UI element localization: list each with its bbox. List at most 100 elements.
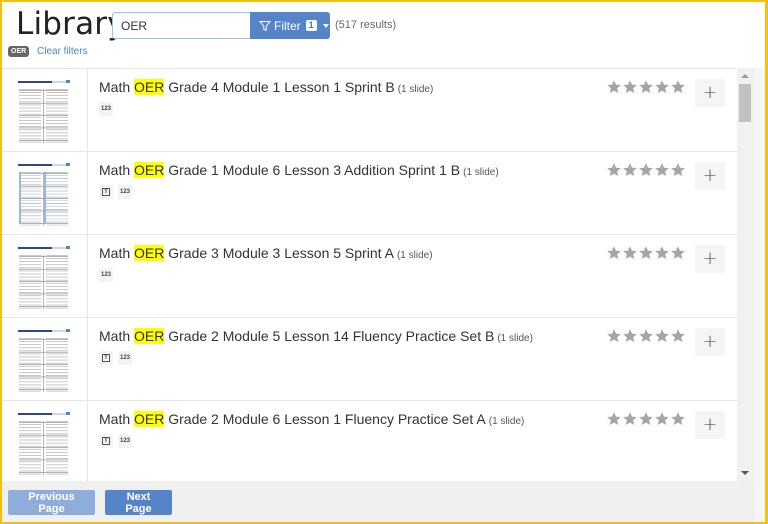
slide-thumbnail[interactable] bbox=[16, 162, 72, 228]
number-icon: 123 bbox=[99, 102, 113, 116]
next-page-button[interactable]: Next Page bbox=[105, 490, 172, 515]
search-highlight: OER bbox=[134, 162, 165, 178]
star-icon[interactable] bbox=[606, 328, 622, 344]
funnel-icon bbox=[259, 20, 271, 32]
slide-count: (1 slide) bbox=[497, 333, 533, 344]
list-item[interactable]: Math OER Grade 4 Module 1 Lesson 1 Sprin… bbox=[2, 69, 737, 152]
page-title: Library bbox=[16, 6, 126, 42]
star-icon[interactable] bbox=[670, 162, 686, 178]
star-icon[interactable] bbox=[638, 162, 654, 178]
item-tags: T 123 bbox=[99, 351, 132, 365]
slide-thumbnail[interactable] bbox=[16, 245, 72, 311]
star-icon[interactable] bbox=[670, 245, 686, 261]
thumbnail-cell bbox=[2, 69, 88, 151]
scroll-up-arrow-icon[interactable] bbox=[741, 74, 749, 78]
star-icon[interactable] bbox=[638, 79, 654, 95]
filter-label: Filter bbox=[274, 18, 301, 33]
star-icon[interactable] bbox=[654, 328, 670, 344]
star-icon[interactable] bbox=[622, 79, 638, 95]
star-rating[interactable] bbox=[606, 328, 686, 344]
list-item[interactable]: Math OER Grade 1 Module 6 Lesson 3 Addit… bbox=[2, 152, 737, 235]
item-title[interactable]: Math OER Grade 4 Module 1 Lesson 1 Sprin… bbox=[99, 79, 433, 95]
add-button[interactable]: + bbox=[695, 245, 725, 273]
filter-count-badge: 1 bbox=[305, 20, 317, 31]
item-tags: 123 bbox=[99, 102, 113, 116]
results-count: (517 results) bbox=[335, 19, 397, 31]
star-icon[interactable] bbox=[638, 245, 654, 261]
title-prefix: Math bbox=[99, 328, 135, 344]
star-icon[interactable] bbox=[638, 411, 654, 427]
item-tags: 123 bbox=[99, 268, 113, 282]
list-item[interactable]: Math OER Grade 2 Module 6 Lesson 1 Fluen… bbox=[2, 401, 737, 481]
title-suffix: Grade 2 Module 5 Lesson 14 Fluency Pract… bbox=[164, 328, 495, 344]
star-icon[interactable] bbox=[670, 79, 686, 95]
clear-filters-link[interactable]: Clear filters bbox=[37, 46, 88, 57]
number-icon: 123 bbox=[118, 434, 132, 448]
scroll-thumb[interactable] bbox=[739, 84, 751, 122]
thumbnail-cell bbox=[2, 401, 88, 481]
star-icon[interactable] bbox=[654, 245, 670, 261]
slide-count: (1 slide) bbox=[396, 250, 433, 261]
star-icon[interactable] bbox=[670, 328, 686, 344]
title-prefix: Math bbox=[99, 411, 135, 427]
star-icon[interactable] bbox=[622, 162, 638, 178]
add-button[interactable]: + bbox=[695, 328, 725, 356]
item-tags: T 123 bbox=[99, 185, 132, 199]
scrollbar[interactable] bbox=[737, 68, 753, 481]
slide-count: (1 slide) bbox=[488, 416, 525, 427]
star-icon[interactable] bbox=[606, 411, 622, 427]
star-icon[interactable] bbox=[606, 162, 622, 178]
title-suffix: Grade 4 Module 1 Lesson 1 Sprint B bbox=[164, 79, 395, 95]
number-icon: 123 bbox=[99, 268, 113, 282]
star-rating[interactable] bbox=[606, 79, 686, 95]
star-icon[interactable] bbox=[606, 79, 622, 95]
star-icon[interactable] bbox=[654, 162, 670, 178]
star-icon[interactable] bbox=[622, 328, 638, 344]
title-prefix: Math bbox=[99, 162, 135, 178]
star-rating[interactable] bbox=[606, 162, 686, 178]
scroll-down-arrow-icon[interactable] bbox=[741, 471, 749, 475]
item-title[interactable]: Math OER Grade 2 Module 6 Lesson 1 Fluen… bbox=[99, 411, 524, 427]
star-icon[interactable] bbox=[622, 411, 638, 427]
title-prefix: Math bbox=[99, 79, 135, 95]
title-prefix: Math bbox=[99, 245, 135, 261]
right-gutter bbox=[753, 68, 765, 522]
item-title[interactable]: Math OER Grade 1 Module 6 Lesson 3 Addit… bbox=[99, 162, 499, 178]
pagination-footer: Previous Page Next Page bbox=[2, 481, 753, 522]
thumbnail-cell bbox=[2, 235, 88, 317]
star-icon[interactable] bbox=[654, 79, 670, 95]
add-button[interactable]: + bbox=[695, 162, 725, 190]
star-rating[interactable] bbox=[606, 411, 686, 427]
item-tags: T 123 bbox=[99, 434, 132, 448]
star-icon[interactable] bbox=[638, 328, 654, 344]
thumbnail-cell bbox=[2, 152, 88, 234]
slide-thumbnail[interactable] bbox=[16, 411, 72, 477]
slide-thumbnail[interactable] bbox=[16, 328, 72, 394]
search-input[interactable] bbox=[112, 12, 252, 39]
star-icon[interactable] bbox=[606, 245, 622, 261]
star-icon[interactable] bbox=[670, 411, 686, 427]
add-button[interactable]: + bbox=[695, 411, 725, 439]
title-suffix: Grade 2 Module 6 Lesson 1 Fluency Practi… bbox=[164, 411, 486, 427]
search-highlight: OER bbox=[134, 245, 165, 261]
slide-count: (1 slide) bbox=[463, 167, 499, 178]
caret-down-icon bbox=[322, 23, 329, 28]
slide-thumbnail[interactable] bbox=[16, 79, 72, 145]
active-filter-tag[interactable]: OER bbox=[8, 46, 30, 57]
number-icon: 123 bbox=[118, 351, 132, 365]
item-title[interactable]: Math OER Grade 3 Module 3 Lesson 5 Sprin… bbox=[99, 245, 433, 261]
list-item[interactable]: Math OER Grade 3 Module 3 Lesson 5 Sprin… bbox=[2, 235, 737, 318]
text-icon: T bbox=[99, 351, 113, 365]
text-icon: T bbox=[99, 434, 113, 448]
star-rating[interactable] bbox=[606, 245, 686, 261]
library-header: Library Filter 1 (517 results) OER Clear… bbox=[2, 2, 765, 68]
star-icon[interactable] bbox=[622, 245, 638, 261]
star-icon[interactable] bbox=[654, 411, 670, 427]
item-title[interactable]: Math OER Grade 2 Module 5 Lesson 14 Flue… bbox=[99, 328, 533, 344]
filter-button[interactable]: Filter 1 bbox=[250, 12, 330, 39]
library-window: Library Filter 1 (517 results) OER Clear… bbox=[0, 0, 768, 524]
previous-page-button[interactable]: Previous Page bbox=[8, 490, 95, 515]
number-icon: 123 bbox=[118, 185, 132, 199]
list-item[interactable]: Math OER Grade 2 Module 5 Lesson 14 Flue… bbox=[2, 318, 737, 401]
add-button[interactable]: + bbox=[695, 79, 725, 107]
